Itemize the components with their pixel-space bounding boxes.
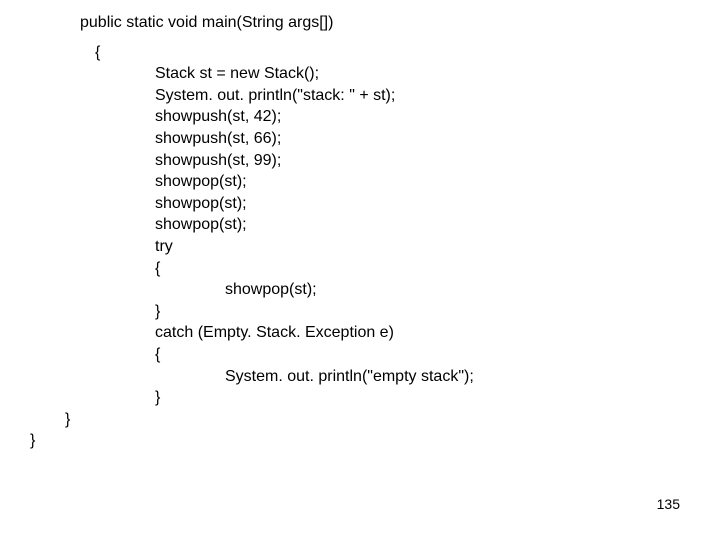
code-line: System. out. println("stack: " + st); xyxy=(0,85,720,107)
code-line: } xyxy=(0,387,720,409)
code-line: showpop(st); xyxy=(0,193,720,215)
code-line: { xyxy=(0,258,720,280)
code-line: } xyxy=(0,301,720,323)
code-line: System. out. println("empty stack"); xyxy=(0,366,720,388)
code-line: showpush(st, 42); xyxy=(0,106,720,128)
code-line: try xyxy=(0,236,720,258)
code-line: showpop(st); xyxy=(0,214,720,236)
code-line: { xyxy=(0,344,720,366)
code-line: showpop(st); xyxy=(0,171,720,193)
page-number: 135 xyxy=(657,496,680,512)
code-line: } xyxy=(0,409,720,431)
code-line: showpop(st); xyxy=(0,279,720,301)
code-line: Stack st = new Stack(); xyxy=(0,63,720,85)
code-line: showpush(st, 99); xyxy=(0,150,720,172)
code-line: { xyxy=(0,42,720,64)
code-line: catch (Empty. Stack. Exception e) xyxy=(0,322,720,344)
code-line: showpush(st, 66); xyxy=(0,128,720,150)
code-block: public static void main(String args[]) {… xyxy=(0,12,720,452)
code-line: } xyxy=(0,430,720,452)
code-line: public static void main(String args[]) xyxy=(0,12,720,34)
